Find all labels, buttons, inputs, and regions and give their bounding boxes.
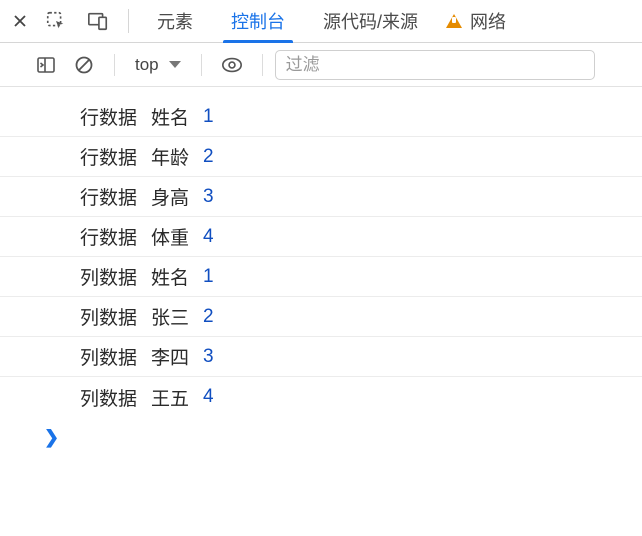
console-output: 行数据姓名1行数据年龄2行数据身高3行数据体重4列数据姓名1列数据张三2列数据李…	[0, 87, 642, 417]
console-log-row: 列数据姓名 1	[0, 257, 642, 297]
console-log-row: 行数据体重 4	[0, 217, 642, 257]
log-arg-string: 列数据	[80, 263, 137, 290]
log-arg-string: 行数据	[80, 223, 137, 250]
execution-context-selector[interactable]: top	[127, 47, 189, 83]
divider	[114, 54, 115, 76]
tab-sources[interactable]: 源代码/来源	[305, 0, 436, 43]
log-arg-string: 年龄	[151, 143, 189, 170]
log-arg-string: 姓名	[151, 103, 189, 130]
log-arg-string: 行数据	[80, 103, 137, 130]
log-arg-number: 4	[203, 226, 214, 248]
filter-wrap	[275, 50, 642, 80]
console-log-row: 列数据王五 4	[0, 377, 642, 417]
device-toggle-icon[interactable]	[78, 0, 118, 43]
log-arg-string: 体重	[151, 223, 189, 250]
filter-input[interactable]	[275, 50, 595, 80]
log-arg-number: 4	[203, 386, 214, 408]
log-arg-number: 3	[203, 186, 214, 208]
log-arg-number: 1	[203, 266, 214, 288]
chevron-down-icon	[169, 61, 181, 68]
divider	[128, 9, 129, 33]
console-log-row: 列数据张三 2	[0, 297, 642, 337]
log-arg-string: 行数据	[80, 143, 137, 170]
log-arg-string: 身高	[151, 183, 189, 210]
log-arg-number: 3	[203, 346, 214, 368]
log-arg-string: 列数据	[80, 384, 137, 411]
divider	[262, 54, 263, 76]
console-toolbar: top	[0, 43, 642, 87]
log-arg-string: 王五	[151, 384, 189, 411]
console-log-row: 行数据身高 3	[0, 177, 642, 217]
chevron-right-icon: ❯	[44, 427, 59, 448]
log-arg-string: 姓名	[151, 263, 189, 290]
tab-network[interactable]: 网络	[438, 0, 524, 43]
tab-console[interactable]: 控制台	[213, 0, 303, 43]
divider	[201, 54, 202, 76]
console-log-row: 行数据年龄 2	[0, 137, 642, 177]
toggle-sidebar-icon[interactable]	[28, 47, 64, 83]
devtools-tabbar: 元素 控制台 源代码/来源 网络	[0, 0, 642, 43]
clear-console-icon[interactable]	[66, 47, 102, 83]
log-arg-string: 张三	[151, 303, 189, 330]
log-arg-string: 列数据	[80, 303, 137, 330]
context-label: top	[135, 55, 159, 75]
log-arg-number: 1	[203, 106, 214, 128]
log-arg-string: 行数据	[80, 183, 137, 210]
console-log-row: 行数据姓名 1	[0, 97, 642, 137]
log-arg-string: 李四	[151, 343, 189, 370]
tab-network-label: 网络	[470, 8, 506, 34]
log-arg-number: 2	[203, 146, 214, 168]
inspect-element-icon[interactable]	[36, 0, 76, 43]
tab-elements[interactable]: 元素	[139, 0, 211, 43]
warning-icon	[446, 14, 462, 28]
console-log-row: 列数据李四 3	[0, 337, 642, 377]
log-arg-string: 列数据	[80, 343, 137, 370]
close-icon[interactable]	[10, 14, 30, 28]
console-prompt[interactable]: ❯	[0, 417, 642, 457]
log-arg-number: 2	[203, 306, 214, 328]
live-expression-icon[interactable]	[214, 47, 250, 83]
